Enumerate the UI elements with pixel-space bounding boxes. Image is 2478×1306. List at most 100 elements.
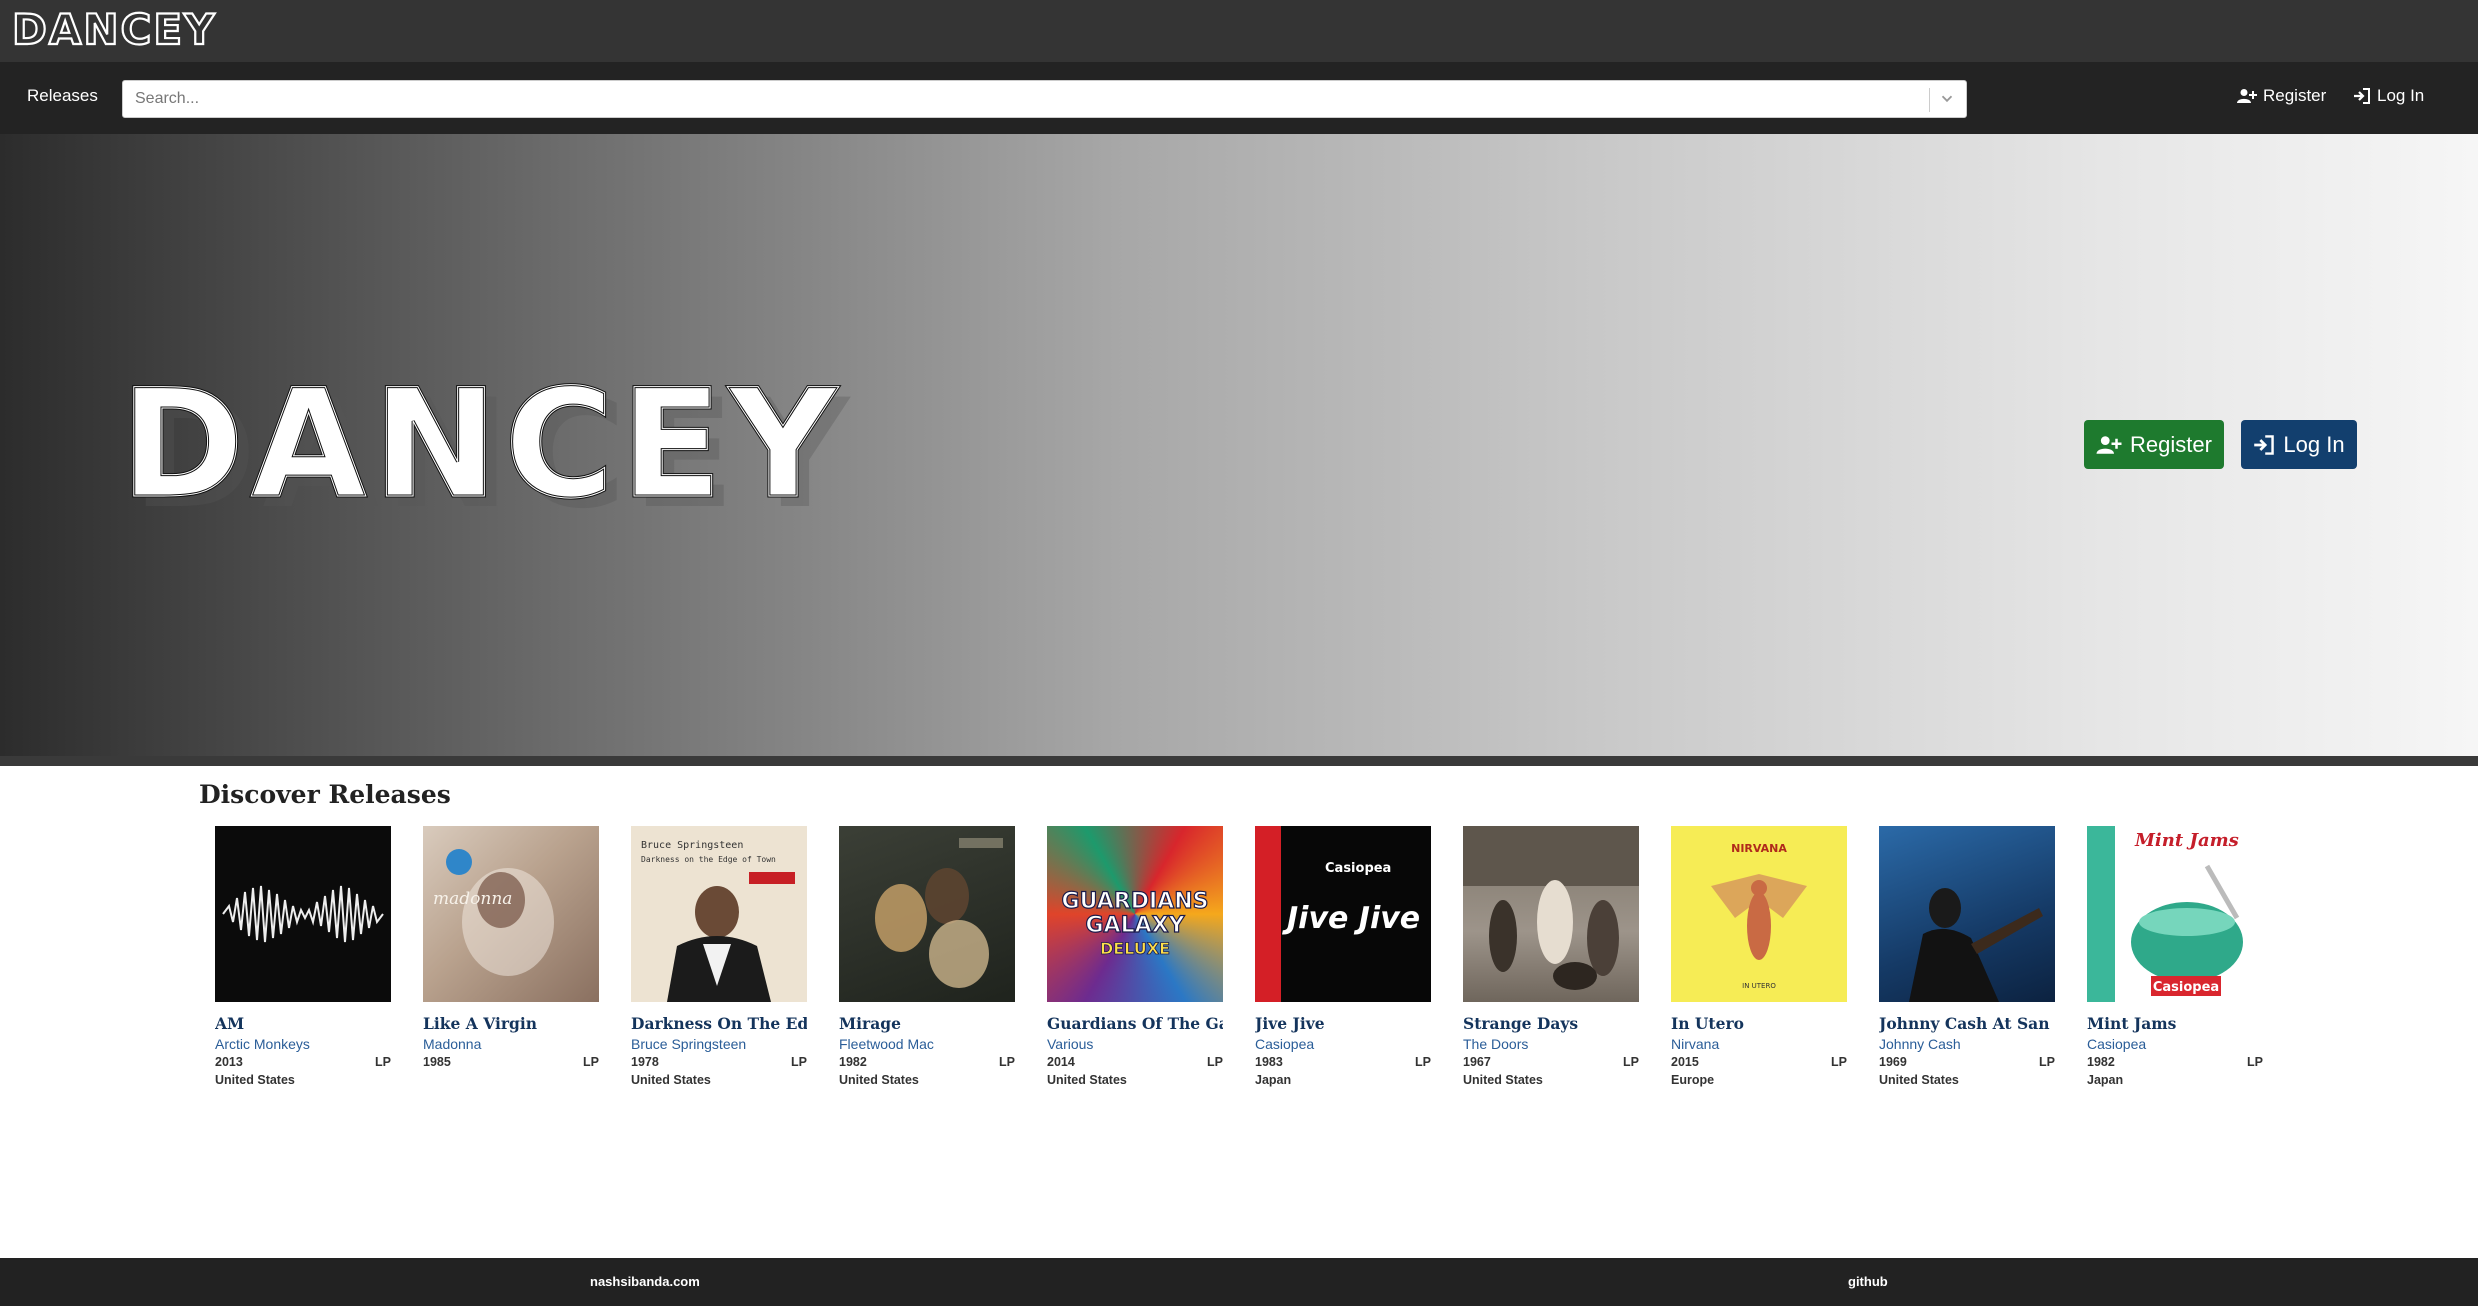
release-artist[interactable]: The Doors xyxy=(1463,1036,1639,1052)
album-cover[interactable]: Casiopea Jive Jive xyxy=(1255,826,1431,1002)
svg-text:GUARDIANS: GUARDIANS xyxy=(1062,889,1209,914)
release-format: LP xyxy=(1623,1055,1639,1069)
album-cover[interactable] xyxy=(839,826,1015,1002)
release-year: 1985 xyxy=(423,1055,451,1069)
release-artist[interactable]: Madonna xyxy=(423,1036,599,1052)
svg-text:IN UTERO: IN UTERO xyxy=(1742,982,1776,990)
release-year: 1982 xyxy=(839,1055,867,1069)
release-title[interactable]: Strange Days xyxy=(1463,1014,1639,1033)
release-artist[interactable]: Nirvana xyxy=(1671,1036,1847,1052)
release-title[interactable]: In Utero xyxy=(1671,1014,1847,1033)
release-artist[interactable]: Casiopea xyxy=(1255,1036,1431,1052)
sign-in-icon xyxy=(2254,434,2275,455)
release-year: 1978 xyxy=(631,1055,659,1069)
release-format: LP xyxy=(2247,1055,2263,1069)
strange-days-art xyxy=(1463,826,1639,990)
fleetwood-art xyxy=(875,838,1003,988)
nav-releases-link[interactable]: Releases xyxy=(27,86,98,106)
guardians-art: GUARDIANS GALAXY DELUXE xyxy=(1061,888,1209,958)
release-title[interactable]: Like A Virgin xyxy=(423,1014,599,1033)
svg-text:DANCEY: DANCEY xyxy=(12,6,216,52)
release-year: 1967 xyxy=(1463,1055,1491,1069)
hero-logo: DANCEY DANCEY DANCEY xyxy=(120,374,849,524)
release-format: LP xyxy=(375,1055,391,1069)
album-cover[interactable]: NIRVANA IN UTERO xyxy=(1671,826,1847,1002)
svg-text:Mint Jams: Mint Jams xyxy=(2134,830,2239,851)
release-year: 2013 xyxy=(215,1055,243,1069)
svg-text:DANCEY: DANCEY xyxy=(120,374,843,524)
release-country: United States xyxy=(1463,1073,1543,1087)
search-box[interactable] xyxy=(122,80,1967,118)
release-title[interactable]: Guardians Of The Gal... xyxy=(1047,1014,1223,1033)
hero-login-label: Log In xyxy=(2283,431,2345,457)
svg-text:GALAXY: GALAXY xyxy=(1085,913,1185,938)
svg-text:Jive Jive: Jive Jive xyxy=(1282,901,1420,936)
release-artist[interactable]: Various xyxy=(1047,1036,1223,1052)
release-card[interactable]: NIRVANA IN UTERO In Utero Nirvana 2015 LP… xyxy=(1671,826,1847,1087)
search-separator xyxy=(1929,88,1930,112)
nav-bar: Releases Register Log In xyxy=(0,62,2478,134)
release-year: 1983 xyxy=(1255,1055,1283,1069)
release-card[interactable]: Mint Jams Casiopea Mint Jams Casiopea 19… xyxy=(2087,826,2263,1087)
release-card[interactable]: AM Arctic Monkeys 2013 LP United States xyxy=(215,826,391,1087)
release-artist[interactable]: Bruce Springsteen xyxy=(631,1036,807,1052)
footer-site-link[interactable]: nashsibanda.com xyxy=(590,1274,700,1289)
release-format: LP xyxy=(999,1055,1015,1069)
release-title[interactable]: Mirage xyxy=(839,1014,1015,1033)
release-title[interactable]: Johnny Cash At San Q... xyxy=(1879,1014,2055,1033)
release-country: United States xyxy=(1047,1073,1127,1087)
hero-divider xyxy=(0,756,2478,766)
search-input[interactable] xyxy=(123,81,1923,117)
release-title[interactable]: Mint Jams xyxy=(2087,1014,2263,1033)
footer: nashsibanda.com github xyxy=(0,1258,2478,1306)
release-artist[interactable]: Fleetwood Mac xyxy=(839,1036,1015,1052)
release-format: LP xyxy=(791,1055,807,1069)
brand-logo[interactable]: DANCEY xyxy=(12,6,237,52)
hero-login-button[interactable]: Log In xyxy=(2241,420,2357,469)
album-cover[interactable]: madonna xyxy=(423,826,599,1002)
album-cover[interactable] xyxy=(215,826,391,1002)
release-card[interactable]: Strange Days The Doors 1967 LP United Sta… xyxy=(1463,826,1639,1087)
release-title[interactable]: Jive Jive xyxy=(1255,1014,1431,1033)
album-cover[interactable] xyxy=(1879,826,2055,1002)
album-cover[interactable]: Mint Jams Casiopea xyxy=(2087,826,2263,1002)
svg-text:NIRVANA: NIRVANA xyxy=(1731,842,1787,855)
release-format: LP xyxy=(583,1055,599,1069)
release-country: United States xyxy=(631,1073,711,1087)
user-plus-icon xyxy=(2237,89,2257,103)
jive-jive-art: Casiopea Jive Jive xyxy=(1255,826,1420,1002)
hero-banner: DANCEY DANCEY DANCEY Register Log In xyxy=(0,134,2478,756)
release-card[interactable]: Casiopea Jive Jive Jive Jive Casiopea 19… xyxy=(1255,826,1431,1087)
album-cover[interactable]: GUARDIANS GALAXY DELUXE xyxy=(1047,826,1223,1002)
svg-text:Bruce Springsteen: Bruce Springsteen xyxy=(641,840,743,851)
madonna-art: madonna xyxy=(433,849,554,976)
release-country: Japan xyxy=(1255,1073,1292,1087)
nav-register-link[interactable]: Register xyxy=(2237,86,2326,106)
release-card[interactable]: GUARDIANS GALAXY DELUXE Guardians Of The… xyxy=(1047,826,1223,1087)
release-card[interactable]: Johnny Cash At San Q... Johnny Cash 1969… xyxy=(1879,826,2055,1087)
release-title[interactable]: AM xyxy=(215,1014,391,1033)
release-card[interactable]: Bruce Springsteen Darkness on the Edge o… xyxy=(631,826,807,1087)
release-year: 2014 xyxy=(1047,1055,1075,1069)
release-card[interactable]: Mirage Fleetwood Mac 1982 LP United State… xyxy=(839,826,1015,1087)
release-format: LP xyxy=(1207,1055,1223,1069)
release-country: Europe xyxy=(1671,1073,1715,1087)
album-cover[interactable] xyxy=(1463,826,1639,1002)
springsteen-art: Bruce Springsteen Darkness on the Edge o… xyxy=(641,840,795,1002)
release-artist[interactable]: Arctic Monkeys xyxy=(215,1036,391,1052)
release-artist[interactable]: Johnny Cash xyxy=(1879,1036,2055,1052)
hero-register-button[interactable]: Register xyxy=(2084,420,2224,469)
album-cover[interactable]: Bruce Springsteen Darkness on the Edge o… xyxy=(631,826,807,1002)
footer-github-link[interactable]: github xyxy=(1848,1274,1888,1289)
release-title[interactable]: Darkness On The Edg... xyxy=(631,1014,807,1033)
soundwave-art xyxy=(222,885,384,943)
release-card[interactable]: madonna Like A Virgin Madonna 1985 LP xyxy=(423,826,599,1073)
release-artist[interactable]: Casiopea xyxy=(2087,1036,2263,1052)
release-format: LP xyxy=(2039,1055,2055,1069)
release-country: United States xyxy=(839,1073,919,1087)
chevron-down-icon[interactable] xyxy=(1938,90,1956,108)
nav-login-link[interactable]: Log In xyxy=(2353,86,2424,106)
release-country: United States xyxy=(1879,1073,1959,1087)
nav-register-label: Register xyxy=(2263,86,2327,105)
release-year: 1969 xyxy=(1879,1055,1907,1069)
